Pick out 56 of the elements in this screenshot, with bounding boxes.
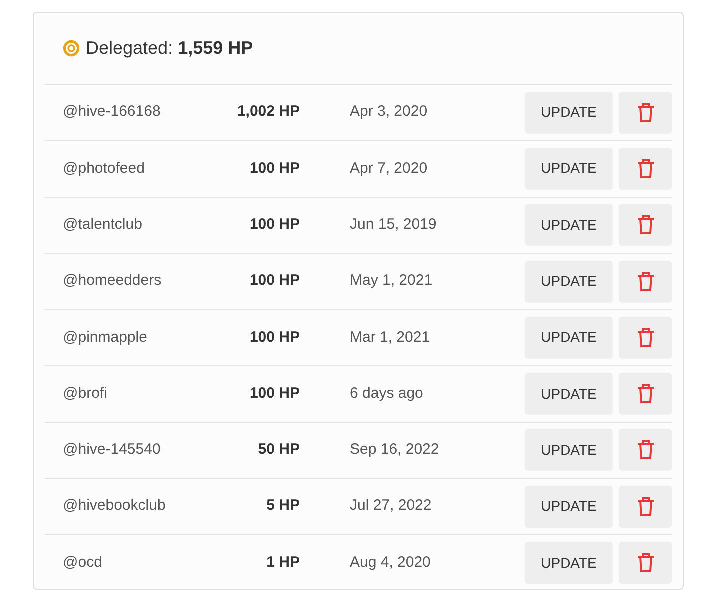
update-button[interactable]: UPDATE <box>525 148 613 190</box>
account-name: @hive-166168 <box>63 102 162 122</box>
delegation-date: Jul 27, 2022 <box>350 496 433 516</box>
account-name: @hivebookclub <box>63 496 167 516</box>
delete-button[interactable] <box>619 486 672 528</box>
delegated-total: Delegated: 1,559 HP <box>86 37 254 60</box>
delegation-date: Jun 15, 2019 <box>350 214 438 235</box>
trash-icon <box>636 272 654 292</box>
delegated-amount: 100 HP <box>248 158 300 179</box>
delegated-amount: 100 HP <box>248 214 300 235</box>
delegated-amount: 100 HP <box>248 384 300 404</box>
update-button[interactable]: UPDATE <box>525 316 613 359</box>
delegation-date: May 1, 2021 <box>350 271 434 292</box>
trash-icon <box>636 328 654 348</box>
update-button[interactable]: UPDATE <box>525 204 613 246</box>
delete-button[interactable] <box>619 373 672 416</box>
delegated-amount: 5 HP <box>266 496 300 516</box>
account-name: @pinmapple <box>63 328 148 348</box>
update-button[interactable]: UPDATE <box>525 486 613 528</box>
delegated-amount: 100 HP <box>248 271 300 292</box>
coin-icon <box>63 40 80 57</box>
trash-icon <box>636 215 654 236</box>
delete-button[interactable] <box>619 148 672 190</box>
update-button[interactable]: UPDATE <box>525 260 613 303</box>
trash-icon <box>636 384 654 404</box>
delete-button[interactable] <box>619 429 672 472</box>
delete-button[interactable] <box>619 92 672 134</box>
update-button[interactable]: UPDATE <box>525 429 613 472</box>
delete-button[interactable] <box>619 542 672 584</box>
delegated-amount: 1 HP <box>266 552 300 573</box>
account-name: @ocd <box>63 552 104 573</box>
update-button[interactable]: UPDATE <box>525 542 613 584</box>
delegation-date: Apr 7, 2020 <box>350 158 429 179</box>
delegated-amount: 100 HP <box>248 328 300 348</box>
delegation-date: 6 days ago <box>350 384 424 404</box>
trash-icon <box>636 553 654 574</box>
delete-button[interactable] <box>619 204 672 246</box>
account-name: @hive-145540 <box>63 440 162 460</box>
trash-icon <box>636 440 654 460</box>
delegation-date: Apr 3, 2020 <box>350 102 429 122</box>
account-name: @talentclub <box>63 214 144 235</box>
account-name: @homeedders <box>63 271 163 292</box>
update-button[interactable]: UPDATE <box>525 373 613 416</box>
account-name: @brofi <box>63 384 108 404</box>
trash-icon <box>636 496 654 517</box>
delegated-amount: 50 HP <box>257 440 300 460</box>
delete-button[interactable] <box>619 260 672 303</box>
trash-icon <box>636 158 654 179</box>
account-name: @photofeed <box>63 158 146 179</box>
delegation-date: Mar 1, 2021 <box>350 328 432 348</box>
update-button[interactable]: UPDATE <box>525 92 613 134</box>
delegation-date: Sep 16, 2022 <box>350 440 440 460</box>
delegation-date: Aug 4, 2020 <box>350 552 432 573</box>
delete-button[interactable] <box>619 316 672 359</box>
trash-icon <box>636 102 654 123</box>
delegated-amount: 1,002 HP <box>236 102 300 122</box>
